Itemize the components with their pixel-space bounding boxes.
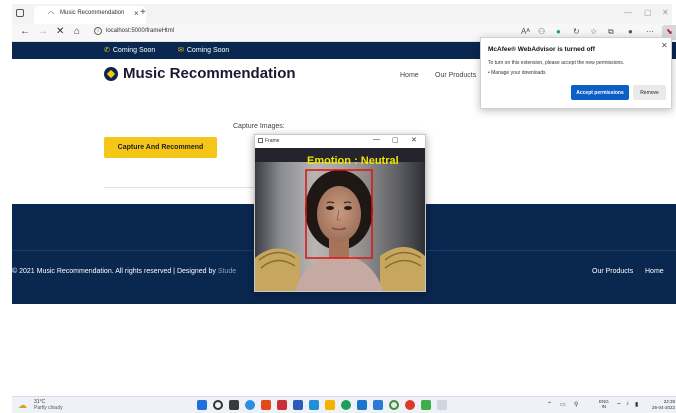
app-blue-icon[interactable] [373,400,383,410]
screen: ◠ Music Recommendation × + — ▢ ✕ ← → ✕ ⌂… [0,0,676,413]
app-orange-icon[interactable] [405,400,415,410]
mcafee-taskbar-icon[interactable] [277,400,287,410]
footer-products-link[interactable]: Our Products [592,268,633,275]
topbar-item-phone[interactable]: ✆ Coming Soon [104,46,155,54]
python-window-icon[interactable] [437,400,447,410]
loading-icon: ◠ [48,11,55,18]
nav-home-link[interactable]: Home [400,72,419,79]
divider [104,187,254,188]
tab-actions-icon[interactable] [16,9,24,17]
back-icon[interactable]: ← [20,26,30,37]
home-icon[interactable]: ⌂ [74,26,80,37]
maximize-icon[interactable]: ▢ [644,8,652,17]
url-field[interactable]: localhost:5000/frameHtml [106,28,174,34]
collections-icon[interactable]: ⧉ [608,27,614,37]
site-info-icon[interactable]: i [94,27,102,35]
capture-recommend-button[interactable]: Capture And Recommend [104,137,217,158]
clock[interactable]: 22:39 26-04-2022 [645,399,675,411]
weather-icon[interactable]: ☁ [18,400,27,411]
capture-label: Capture Images: [233,123,285,130]
accept-permissions-button[interactable]: Accept permissions [571,85,629,100]
popup-message: To turn on this extension, please accept… [488,60,625,66]
popup-manage-downloads[interactable]: • Manage your downloads [488,70,546,76]
footer-copyright: © 2021 Music Recommendation. All rights … [12,268,237,275]
app-ring-icon[interactable] [389,400,399,410]
topbar-item-mail[interactable]: ✉ Coming Soon [178,46,229,54]
site-title[interactable]: Music Recommendation [123,65,296,82]
file-explorer-icon[interactable] [325,400,335,410]
frame-maximize-icon[interactable]: ▢ [392,136,399,144]
edge-icon[interactable] [245,400,255,410]
taskbar: ☁ 31°C Partly cloudy ⌃ ▭ ⚲ ENG IN ⌔ ♪ ▮ 2… [12,396,676,413]
favorites-icon[interactable]: ☆ [590,27,597,36]
nav-products-link[interactable]: Our Products [435,72,476,79]
chrome-icon[interactable] [341,400,351,410]
mail-app-icon[interactable] [309,400,319,410]
logo-icon[interactable] [104,67,118,81]
remove-button[interactable]: Remove [633,85,666,100]
frame-titlebar[interactable]: Frame — ▢ ✕ [255,135,425,148]
frame-close-icon[interactable]: ✕ [411,136,417,144]
minimize-icon[interactable]: — [624,8,632,17]
stop-icon[interactable]: ✕ [56,26,64,37]
popup-close-icon[interactable]: ✕ [661,41,668,50]
battery-icon[interactable]: ▮ [635,401,638,408]
tracking-icon[interactable]: ⚇ [538,27,545,36]
browser-tabbar: ◠ Music Recommendation × + — ▢ ✕ [12,4,672,24]
app-green-icon[interactable] [421,400,431,410]
tray-usb-icon[interactable]: ⚲ [574,401,578,408]
start-icon[interactable] [197,400,207,410]
forward-icon[interactable]: → [38,26,48,37]
task-view-icon[interactable] [229,400,239,410]
refresh-extension-icon[interactable]: ↻ [573,27,580,36]
frame-title: Frame [265,138,280,144]
wifi-icon[interactable]: ⌔ [616,401,622,409]
phone-icon: ✆ [104,47,110,54]
mcafee-icon: ⬊ [666,27,673,36]
close-window-icon[interactable]: ✕ [662,8,669,17]
app-red-icon[interactable] [261,400,271,410]
weather-condition[interactable]: Partly cloudy [34,405,63,411]
footer-designer-link[interactable]: Stude [218,268,236,275]
tab-title: Music Recommendation [60,10,125,16]
mail-icon: ✉ [178,47,184,54]
extension-green-icon[interactable]: ● [556,27,561,36]
emotion-label: Emotion : Neutral [307,155,399,167]
footer-home-link[interactable]: Home [645,268,664,275]
volume-icon[interactable]: ♪ [626,401,629,407]
new-tab-icon[interactable]: + [140,7,146,18]
mcafee-popup: McAfee® WebAdvisor is turned off ✕ To tu… [480,37,672,109]
word-icon[interactable] [293,400,303,410]
store-icon[interactable] [357,400,367,410]
search-icon[interactable] [213,400,223,410]
read-aloud-icon[interactable]: Aᴬ [521,27,530,36]
profile-icon[interactable]: ● [628,27,633,36]
tray-battery-icon[interactable]: ▭ [560,401,566,408]
frame-window[interactable]: Frame — ▢ ✕ Emotion: Neutral [254,134,426,292]
frame-minimize-icon[interactable]: — [373,136,380,143]
popup-title: McAfee® WebAdvisor is turned off [488,46,595,53]
browser-tab[interactable]: ◠ Music Recommendation × [34,6,146,24]
more-icon[interactable]: ⋯ [646,27,654,36]
tray-language[interactable]: ENG IN [599,399,609,409]
frame-app-icon [258,138,263,143]
camera-feed-image [255,148,425,291]
tab-close-icon[interactable]: × [134,9,139,18]
tray-chevron-icon[interactable]: ⌃ [547,401,552,408]
